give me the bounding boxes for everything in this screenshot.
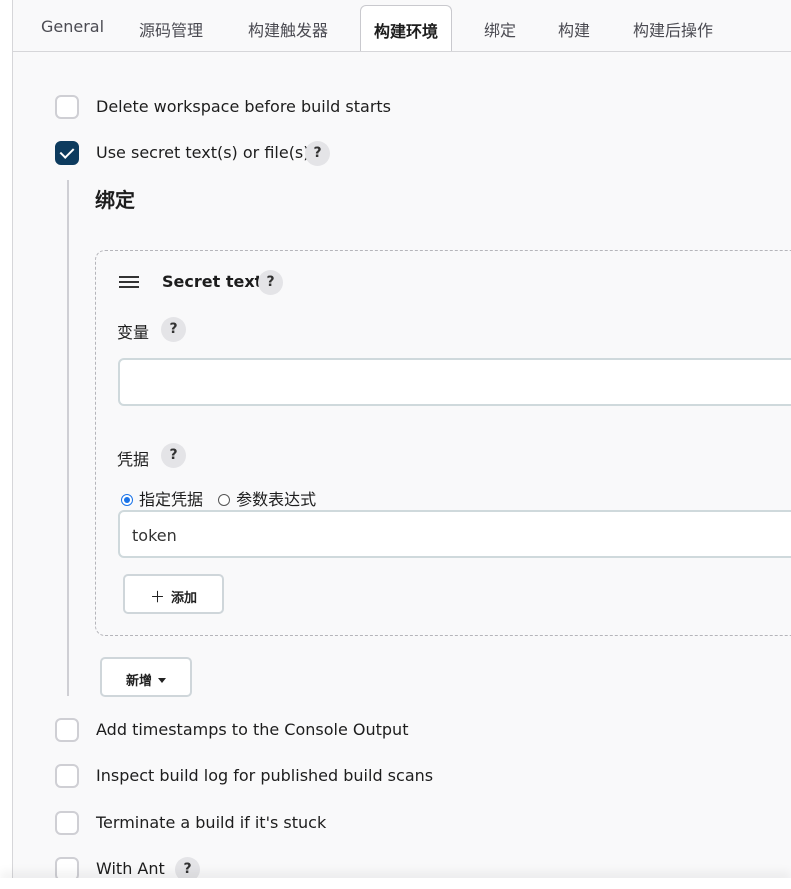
drag-handle-icon[interactable]: [119, 276, 139, 289]
add-binding-dropdown-button[interactable]: 新增: [100, 657, 192, 697]
use-secret-checkbox[interactable]: [55, 141, 79, 165]
tab-build-triggers[interactable]: 构建触发器: [248, 17, 328, 41]
radio-parameter-expression[interactable]: [218, 494, 231, 506]
inspect-log-checkbox[interactable]: [55, 764, 79, 788]
tab-bindings[interactable]: 绑定: [484, 17, 516, 41]
caret-down-icon: [158, 678, 166, 683]
inspect-log-label[interactable]: Inspect build log for published build sc…: [96, 766, 433, 785]
bindings-title: 绑定: [95, 188, 135, 212]
terminate-stuck-checkbox[interactable]: [55, 811, 79, 835]
bottom-bar: [0, 878, 791, 889]
tab-bar: General 源码管理 构建触发器 构建环境 绑定 构建 构建后操作: [13, 0, 791, 52]
use-secret-label[interactable]: Use secret text(s) or file(s): [96, 143, 310, 162]
tab-build-environment[interactable]: 构建环境: [360, 5, 453, 51]
tab-general[interactable]: General: [41, 17, 104, 36]
delete-workspace-label[interactable]: Delete workspace before build starts: [96, 97, 391, 116]
secret-text-help-icon[interactable]: ?: [258, 270, 283, 295]
plus-icon: ＋: [149, 588, 165, 606]
tab-post-build[interactable]: 构建后操作: [633, 17, 713, 41]
timestamps-checkbox[interactable]: [55, 718, 79, 742]
variable-help-icon[interactable]: ?: [161, 317, 186, 342]
radio-parameter-expression-label[interactable]: 参数表达式: [236, 490, 316, 509]
radio-specific-credentials-label[interactable]: 指定凭据: [139, 490, 203, 509]
delete-workspace-checkbox[interactable]: [55, 95, 79, 119]
variable-input[interactable]: [118, 358, 791, 406]
timestamps-label[interactable]: Add timestamps to the Console Output: [96, 720, 408, 739]
radio-specific-credentials[interactable]: [121, 494, 133, 506]
variable-label: 变量: [117, 323, 150, 342]
binding-indent-line: [67, 180, 69, 696]
secret-text-title: Secret text: [162, 272, 263, 291]
add-binding-label: 新增: [125, 674, 152, 689]
tab-build[interactable]: 构建: [558, 17, 590, 41]
terminate-stuck-label[interactable]: Terminate a build if it's stuck: [96, 813, 326, 832]
add-credentials-label: 添加: [171, 591, 198, 606]
tab-scm[interactable]: 源码管理: [139, 17, 203, 41]
add-credentials-button[interactable]: ＋ 添加: [123, 574, 224, 614]
use-secret-help-icon[interactable]: ?: [305, 141, 330, 166]
credentials-select[interactable]: token: [118, 510, 791, 558]
with-ant-label[interactable]: With Ant: [96, 859, 165, 878]
credentials-help-icon[interactable]: ?: [161, 443, 186, 468]
credentials-label: 凭据: [117, 450, 150, 469]
config-panel: General 源码管理 构建触发器 构建环境 绑定 构建 构建后操作 Dele…: [12, 0, 791, 882]
credentials-mode-radios: 指定凭据 参数表达式: [121, 486, 316, 510]
